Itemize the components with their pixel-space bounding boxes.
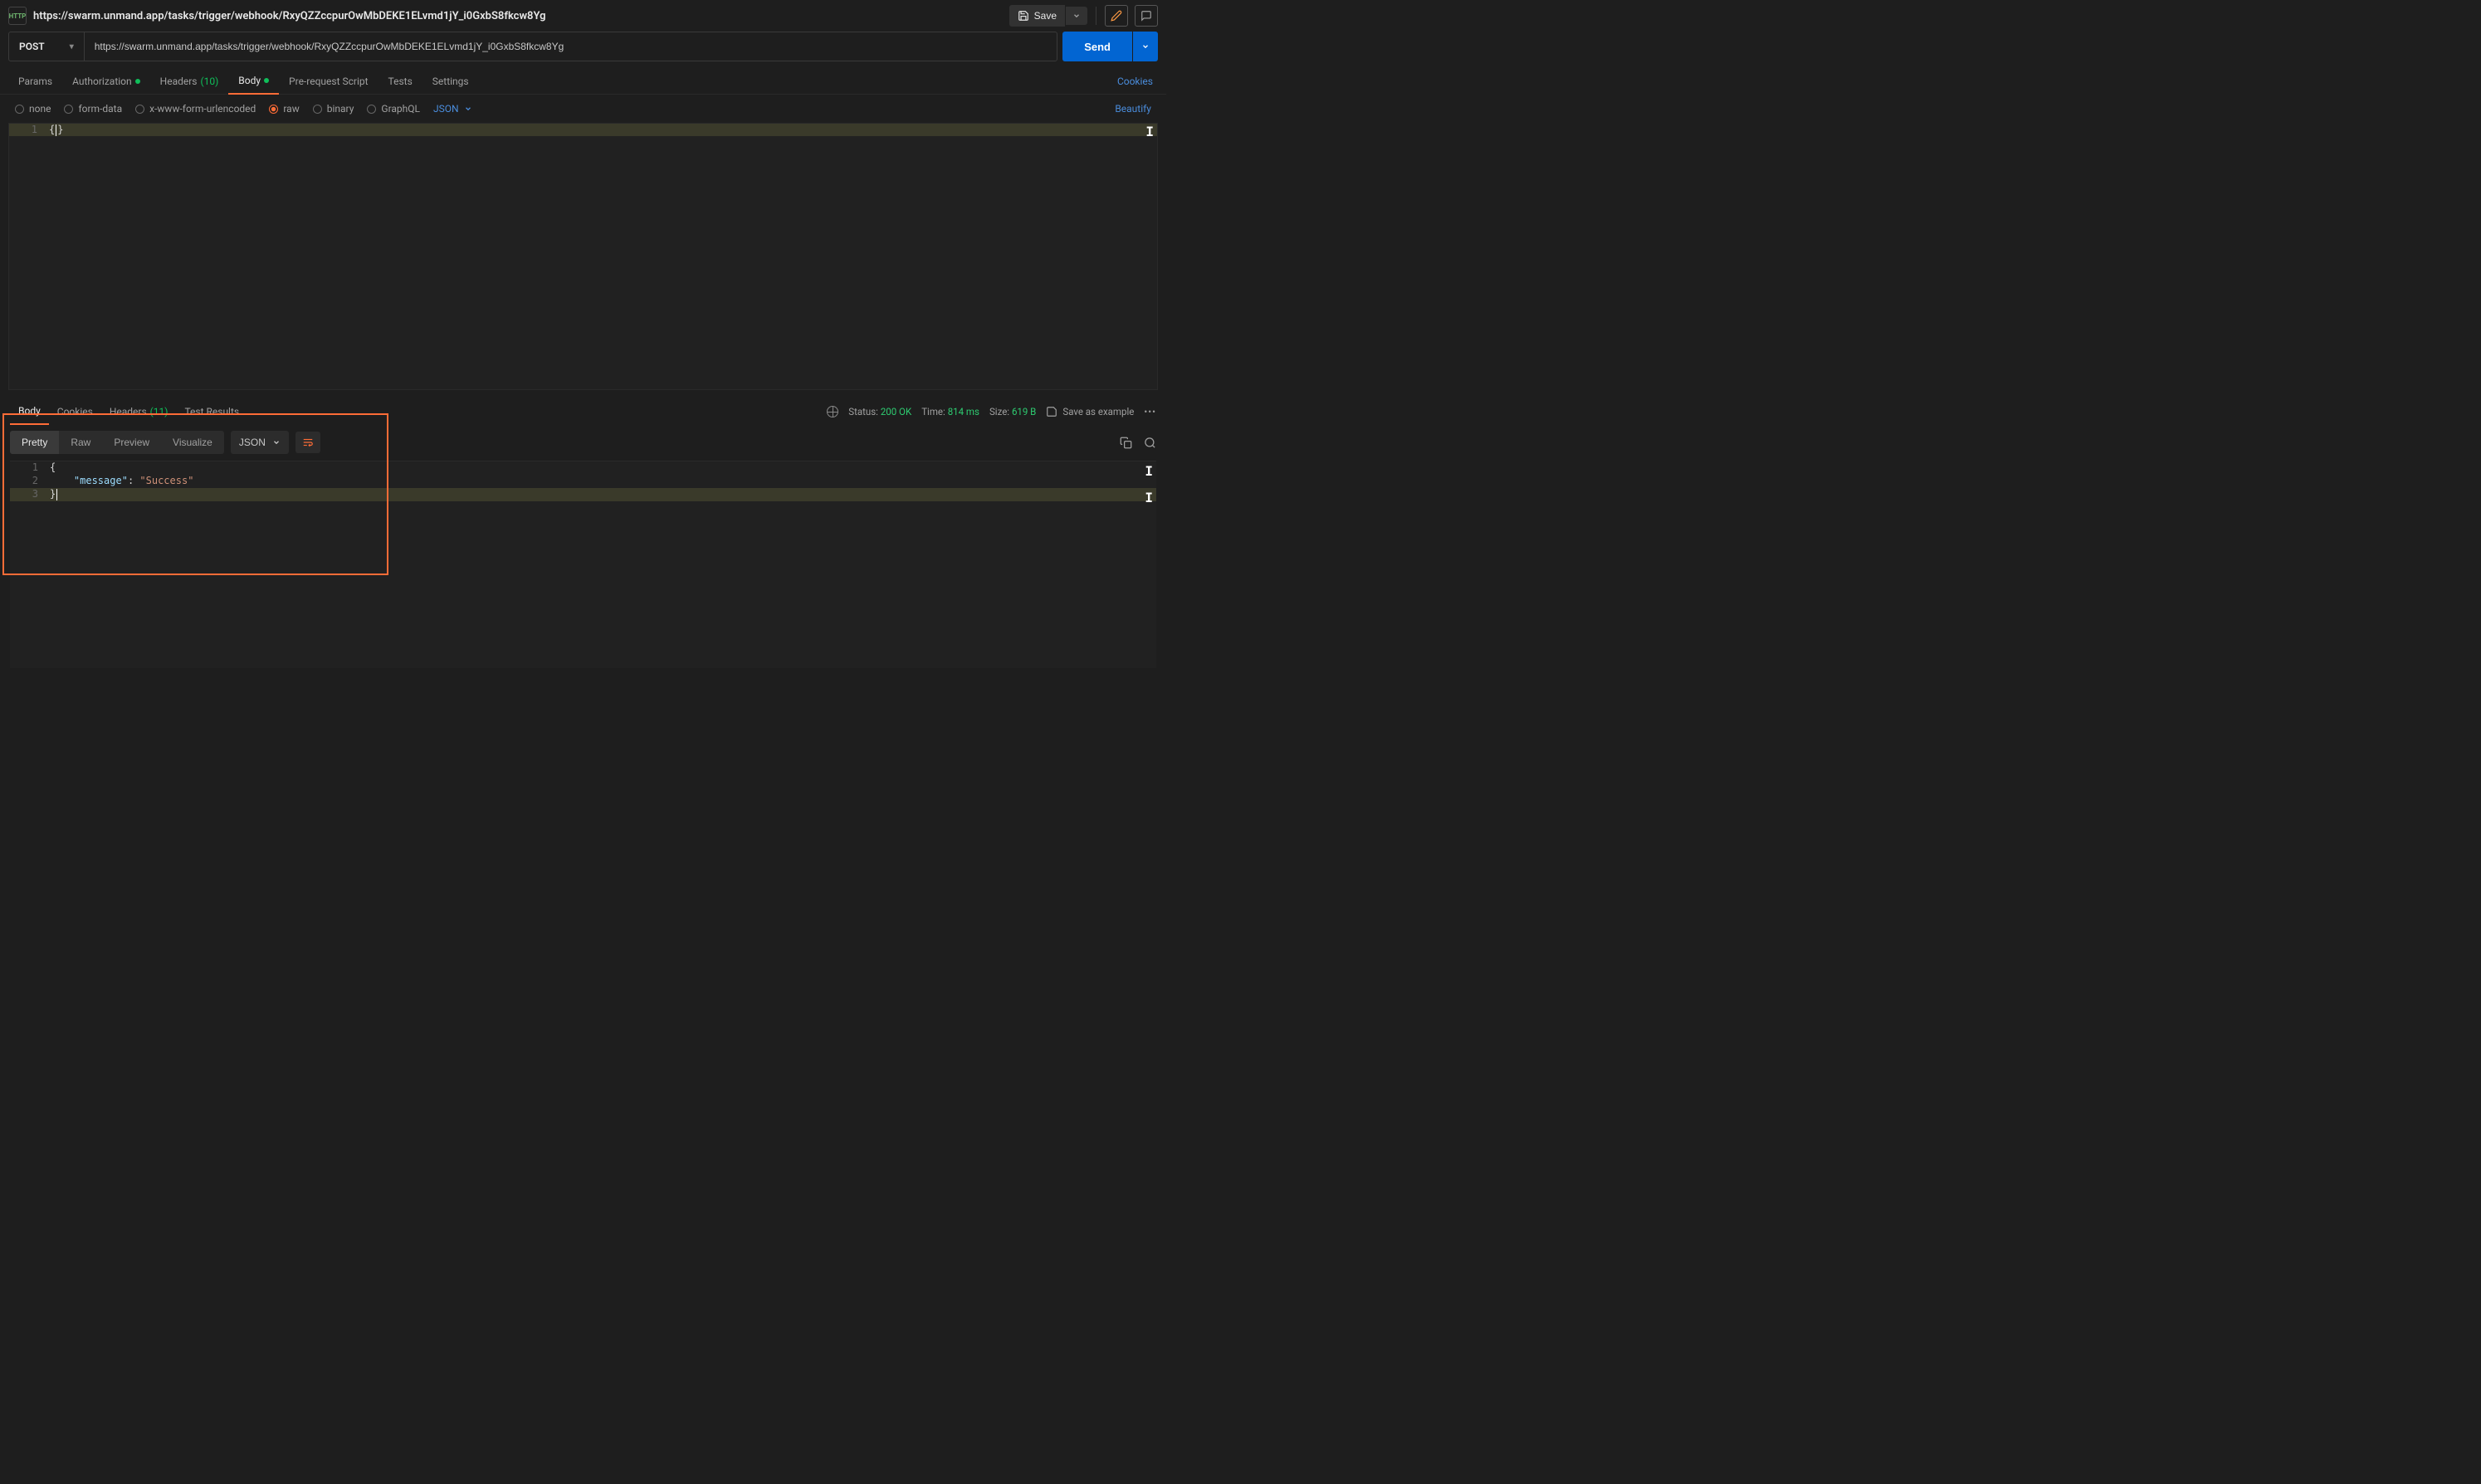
status-readout: Status: 200 OK — [848, 406, 911, 417]
chevron-down-icon: ▾ — [70, 42, 74, 51]
resp-tab-headers-label: Headers — [110, 406, 147, 417]
save-icon — [1046, 406, 1057, 417]
wrap-icon — [302, 437, 314, 448]
request-title: https://swarm.unmand.app/tasks/trigger/w… — [33, 10, 545, 22]
search-icon — [1144, 437, 1156, 449]
radio-icon — [135, 105, 144, 114]
status-dot-icon — [264, 78, 269, 83]
resp-tab-headers[interactable]: Headers (11) — [101, 399, 177, 424]
resp-tab-body[interactable]: Body — [10, 398, 49, 425]
code-line: {} — [49, 124, 63, 136]
copy-response-button[interactable] — [1120, 437, 1132, 449]
chevron-down-icon — [464, 105, 472, 113]
send-dropdown[interactable] — [1133, 32, 1158, 61]
response-body-editor[interactable]: 1 { 2 "message": "Success" 3 } I I — [10, 461, 1156, 668]
size-readout: Size: 619 B — [989, 406, 1036, 417]
radio-form-data[interactable]: form-data — [64, 103, 122, 115]
tab-authorization-label: Authorization — [72, 76, 132, 87]
request-body-editor[interactable]: 1 {} I — [8, 123, 1158, 390]
view-visualize-button[interactable]: Visualize — [161, 431, 224, 454]
code-line: { — [50, 461, 56, 475]
radio-raw[interactable]: raw — [269, 103, 299, 115]
search-response-button[interactable] — [1144, 437, 1156, 449]
tab-tests[interactable]: Tests — [378, 69, 422, 94]
tab-headers[interactable]: Headers (10) — [150, 69, 229, 94]
save-as-example-button[interactable]: Save as example — [1046, 406, 1134, 417]
comment-icon — [1140, 10, 1152, 22]
tab-settings[interactable]: Settings — [422, 69, 479, 94]
chevron-down-icon — [272, 438, 281, 447]
save-button[interactable]: Save — [1009, 5, 1065, 27]
radio-icon — [313, 105, 322, 114]
view-raw-button[interactable]: Raw — [59, 431, 102, 454]
beautify-button[interactable]: Beautify — [1115, 103, 1151, 115]
globe-icon[interactable] — [827, 406, 838, 417]
status-dot-icon — [135, 79, 140, 84]
tab-headers-label: Headers — [160, 76, 198, 87]
time-readout: Time: 814 ms — [921, 406, 979, 417]
cookies-link[interactable]: Cookies — [1117, 76, 1158, 87]
comment-button[interactable] — [1135, 5, 1158, 27]
resp-headers-count-badge: (11) — [150, 406, 168, 417]
resp-tab-testresults[interactable]: Test Results — [176, 399, 247, 424]
edit-button[interactable] — [1105, 5, 1128, 27]
tab-params[interactable]: Params — [8, 69, 62, 94]
send-button[interactable]: Send — [1062, 32, 1132, 61]
radio-icon — [367, 105, 376, 114]
radio-icon — [64, 105, 73, 114]
view-pretty-button[interactable]: Pretty — [10, 431, 59, 454]
http-method-icon: HTTP — [8, 7, 27, 25]
radio-none[interactable]: none — [15, 103, 51, 115]
line-number: 3 — [10, 488, 50, 501]
radio-urlencoded[interactable]: x-www-form-urlencoded — [135, 103, 256, 115]
resp-tab-cookies[interactable]: Cookies — [49, 399, 101, 424]
save-icon — [1018, 10, 1029, 22]
chevron-down-icon — [1072, 12, 1081, 20]
view-preview-button[interactable]: Preview — [102, 431, 161, 454]
radio-icon — [15, 105, 24, 114]
response-format-select[interactable]: JSON — [231, 431, 289, 454]
line-number: 2 — [10, 475, 50, 488]
text-cursor-icon: I — [1145, 463, 1153, 479]
word-wrap-button[interactable] — [295, 432, 320, 453]
save-label: Save — [1034, 10, 1057, 22]
tab-body-label: Body — [238, 75, 261, 86]
code-line: "message": "Success" — [50, 475, 193, 488]
method-value: POST — [19, 41, 45, 52]
url-input[interactable] — [85, 32, 1057, 61]
radio-icon — [269, 105, 278, 114]
save-dropdown[interactable] — [1066, 7, 1087, 25]
copy-icon — [1120, 437, 1132, 449]
pencil-icon — [1111, 10, 1122, 22]
tab-body[interactable]: Body — [228, 68, 279, 95]
text-cursor-icon: I — [1145, 490, 1153, 505]
radio-graphql[interactable]: GraphQL — [367, 103, 420, 115]
body-format-value: JSON — [433, 103, 459, 115]
more-options-button[interactable]: ••• — [1144, 406, 1156, 417]
line-number: 1 — [10, 461, 50, 475]
text-cursor-icon: I — [1145, 124, 1154, 139]
code-line: } — [50, 488, 58, 501]
tab-authorization[interactable]: Authorization — [62, 69, 150, 94]
headers-count-badge: (10) — [201, 76, 219, 87]
chevron-down-icon — [1141, 42, 1150, 51]
line-number: 1 — [9, 124, 49, 136]
body-format-select[interactable]: JSON — [433, 103, 472, 115]
radio-binary[interactable]: binary — [313, 103, 354, 115]
response-format-value: JSON — [239, 437, 266, 448]
method-select[interactable]: POST ▾ — [9, 32, 85, 61]
tab-prerequest[interactable]: Pre-request Script — [279, 69, 378, 94]
